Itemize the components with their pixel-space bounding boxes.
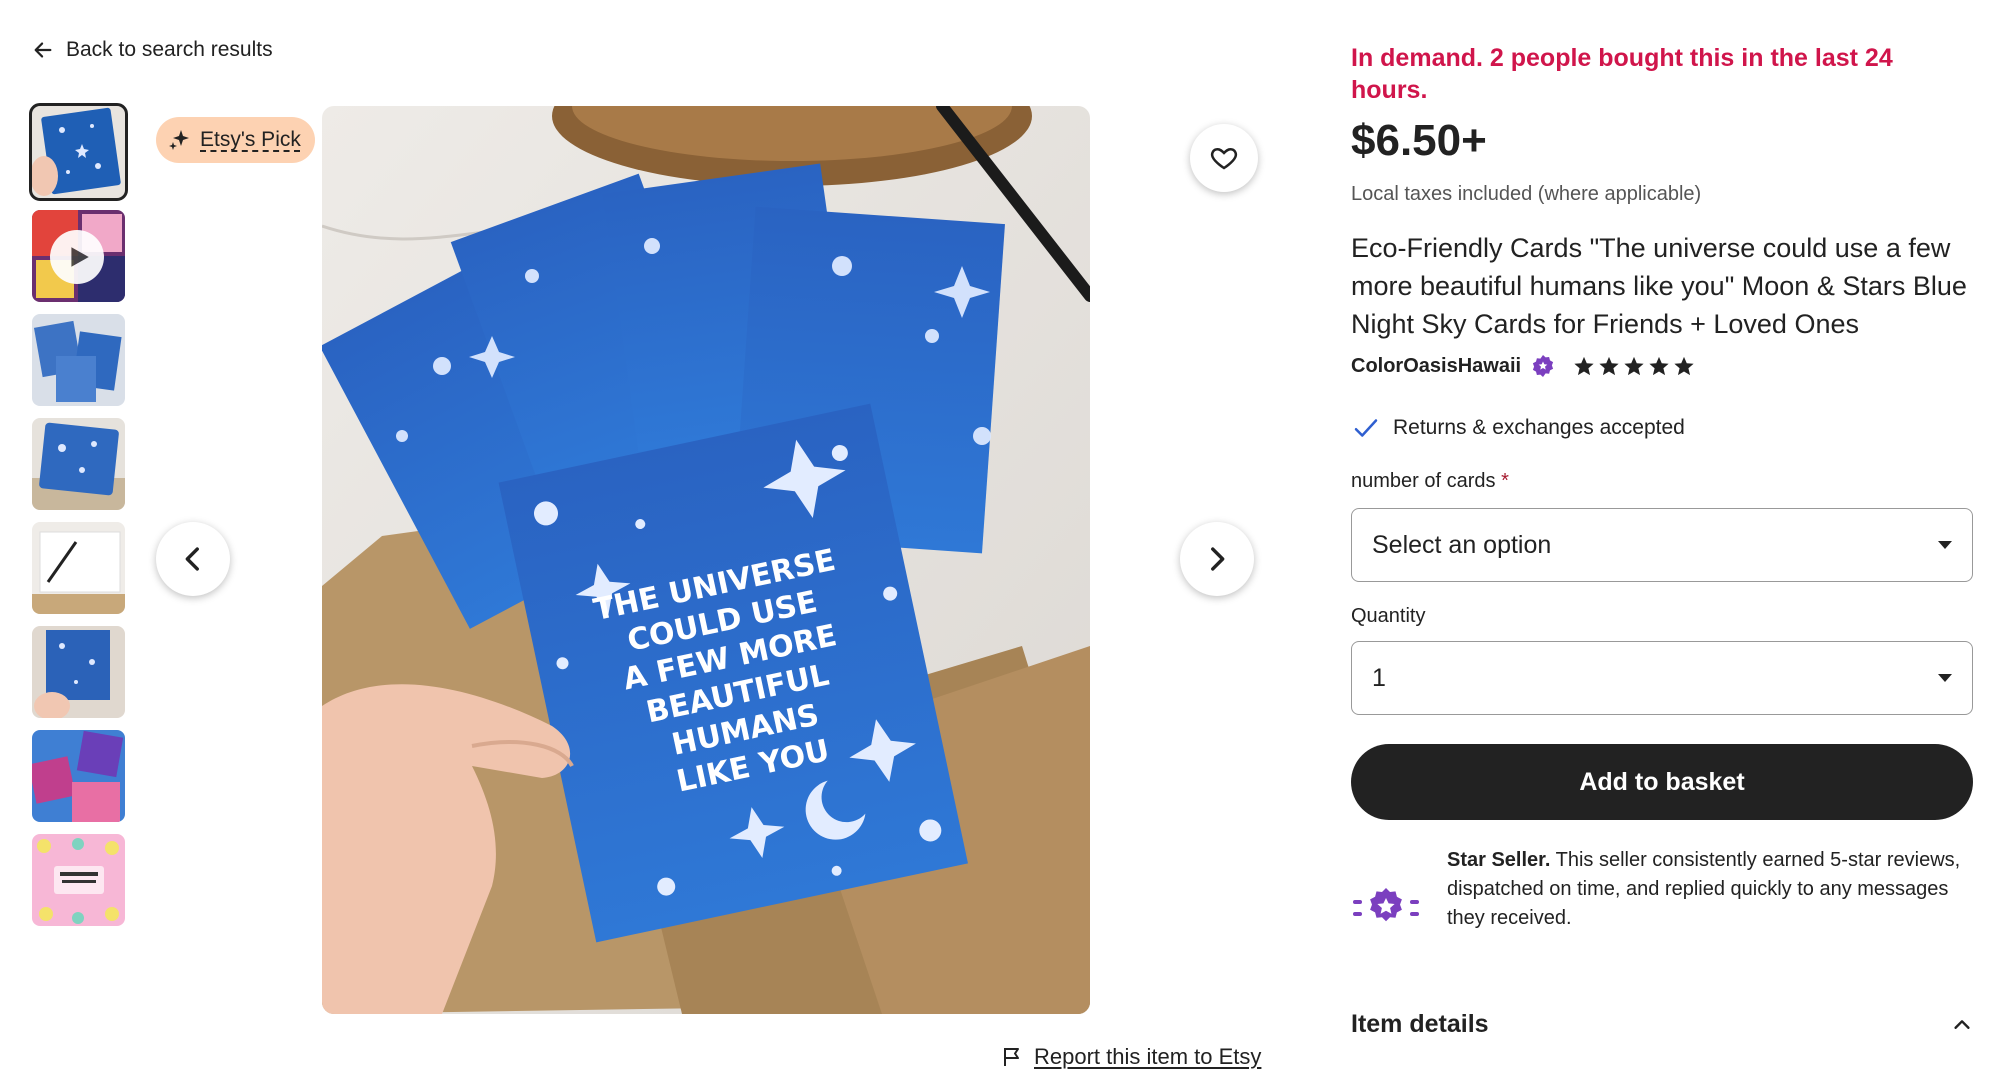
- back-to-search-label: Back to search results: [66, 38, 273, 61]
- chevron-up-icon: [1954, 1019, 1970, 1029]
- star-seller-badge-icon: [1532, 355, 1554, 377]
- add-to-basket-button[interactable]: Add to basket: [1351, 744, 1973, 820]
- star-icon: [1649, 356, 1669, 376]
- etsys-pick-label: Etsy's Pick: [200, 128, 301, 151]
- star-seller-info: Star Seller. This seller consistently ea…: [1351, 846, 1981, 942]
- tax-note: Local taxes included (where applicable): [1351, 183, 1702, 205]
- arrow-left-icon: [34, 42, 52, 58]
- star-icon: [1624, 356, 1644, 376]
- shop-name-link[interactable]: ColorOasisHawaii: [1351, 355, 1521, 378]
- returns-label: Returns & exchanges accepted: [1393, 416, 1685, 439]
- option-label: number of cards *: [1351, 470, 1509, 493]
- rating-stars[interactable]: [1573, 355, 1695, 377]
- thumbnail-3[interactable]: [32, 314, 125, 406]
- next-image-button[interactable]: [1180, 522, 1254, 596]
- thumbnail-6[interactable]: [32, 626, 125, 718]
- returns-policy: Returns & exchanges accepted: [1351, 413, 1685, 443]
- chevron-right-icon: [1211, 547, 1225, 571]
- item-details-toggle[interactable]: Item details: [1351, 1010, 1973, 1039]
- number-of-cards-value: Select an option: [1372, 530, 1552, 559]
- report-item-label: Report this item to Etsy: [1034, 1044, 1262, 1069]
- thumbnail-1[interactable]: [29, 103, 128, 201]
- required-mark: *: [1501, 470, 1509, 492]
- thumbnail-image: [32, 418, 125, 510]
- price: $6.50+: [1351, 116, 1487, 165]
- star-icon: [1574, 356, 1594, 376]
- quantity-select[interactable]: 1: [1351, 641, 1973, 715]
- thumbnail-4[interactable]: [32, 418, 125, 510]
- thumbnail-image: [32, 834, 125, 926]
- main-product-image[interactable]: THE UNIVERSE COULD USE A FEW MORE BEAUTI…: [322, 106, 1090, 1014]
- back-to-search-link[interactable]: Back to search results: [32, 38, 273, 62]
- star-icon: [1599, 356, 1619, 376]
- caret-down-icon: [1938, 541, 1952, 549]
- thumbnail-2-video[interactable]: [32, 210, 125, 302]
- thumbnail-image: [32, 626, 125, 718]
- play-video-button[interactable]: [50, 230, 104, 284]
- heart-icon: [1210, 147, 1238, 170]
- chevron-left-icon: [185, 547, 199, 571]
- thumbnail-strip: [29, 103, 128, 938]
- star-seller-title: Star Seller.: [1447, 849, 1551, 871]
- star-seller-text: Star Seller. This seller consistently ea…: [1447, 846, 1981, 942]
- thumbnail-image: [32, 106, 125, 198]
- favorite-button[interactable]: [1190, 124, 1258, 192]
- option-label-text: number of cards: [1351, 470, 1496, 492]
- quantity-value: 1: [1372, 663, 1386, 692]
- product-photo: THE UNIVERSE COULD USE A FEW MORE BEAUTI…: [322, 106, 1090, 1014]
- etsys-pick-badge[interactable]: Etsy's Pick: [156, 117, 315, 163]
- flag-icon: [1004, 1048, 1019, 1066]
- thumbnail-7[interactable]: [32, 730, 125, 822]
- listing-title: Eco-Friendly Cards "The universe could u…: [1351, 233, 1967, 339]
- caret-down-icon: [1938, 674, 1952, 682]
- star-seller-icon: [1353, 888, 1419, 922]
- thumbnail-8[interactable]: [32, 834, 125, 926]
- checkmark-icon: [1354, 419, 1378, 437]
- report-item-link[interactable]: Report this item to Etsy: [1000, 1044, 1261, 1070]
- thumbnail-image: [32, 522, 125, 614]
- thumbnail-5[interactable]: [32, 522, 125, 614]
- play-icon: [71, 247, 89, 267]
- thumbnail-image: [32, 730, 125, 822]
- sparkle-icon: [169, 130, 189, 150]
- in-demand-notice: In demand. 2 people bought this in the l…: [1351, 44, 1893, 104]
- previous-image-button[interactable]: [156, 522, 230, 596]
- item-details-label: Item details: [1351, 1010, 1489, 1038]
- thumbnail-image: [32, 314, 125, 406]
- star-icon: [1674, 356, 1694, 376]
- quantity-label: Quantity: [1351, 605, 1426, 627]
- seller-info: ColorOasisHawaii: [1351, 354, 1695, 378]
- number-of-cards-select[interactable]: Select an option: [1351, 508, 1973, 582]
